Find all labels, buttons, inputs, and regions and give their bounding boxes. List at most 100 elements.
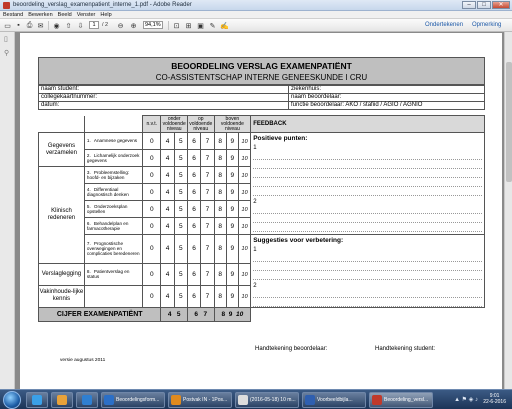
taskbar-item[interactable] <box>76 392 98 408</box>
score-8[interactable]: 8 <box>213 234 227 264</box>
score-7[interactable]: 7 <box>200 166 215 184</box>
highlight-icon[interactable]: ✎ <box>208 21 217 30</box>
score-9[interactable]: 9 <box>225 132 239 150</box>
score-9[interactable]: 9 <box>225 217 239 235</box>
score-4[interactable]: 4 <box>160 284 175 309</box>
score-7[interactable]: 7 <box>200 132 215 150</box>
score-5[interactable]: 5 <box>173 217 188 235</box>
score-5[interactable]: 5 <box>173 200 188 218</box>
score-5[interactable]: 5 <box>173 166 188 184</box>
total-score-boven[interactable]: 8 9 10 <box>213 307 252 322</box>
taskbar-item[interactable] <box>26 392 48 408</box>
score-7[interactable]: 7 <box>200 284 215 309</box>
score-10[interactable]: 10 <box>237 200 252 218</box>
score-6[interactable]: 6 <box>186 217 202 235</box>
taskbar-item[interactable]: Beoordelingsform... <box>101 392 165 408</box>
score-6[interactable]: 6 <box>186 200 202 218</box>
score-nvt[interactable]: 0 <box>142 200 162 218</box>
score-4[interactable]: 4 <box>160 262 175 286</box>
score-4[interactable]: 4 <box>160 166 175 184</box>
score-9[interactable]: 9 <box>225 262 239 286</box>
score-nvt[interactable]: 0 <box>142 284 162 309</box>
score-8[interactable]: 8 <box>213 183 227 201</box>
positive-points-field[interactable]: Positieve punten: 1 2 <box>250 132 485 235</box>
score-7[interactable]: 7 <box>200 217 215 235</box>
suggestions-field[interactable]: Suggesties voor verbetering: 1 2 <box>250 234 485 308</box>
score-4[interactable]: 4 <box>160 234 175 264</box>
sign-icon[interactable]: ✍ <box>220 21 229 30</box>
menu-bewerken[interactable]: Bewerken <box>28 11 52 18</box>
score-10[interactable]: 10 <box>237 262 252 286</box>
score-5[interactable]: 5 <box>173 284 188 309</box>
score-9[interactable]: 9 <box>225 183 239 201</box>
fit-width-icon[interactable]: ⊞ <box>184 21 193 30</box>
attachments-icon[interactable]: ⚲ <box>4 50 11 58</box>
score-9[interactable]: 9 <box>225 166 239 184</box>
score-6[interactable]: 6 <box>186 149 202 167</box>
score-4[interactable]: 4 <box>160 149 175 167</box>
score-8[interactable]: 8 <box>213 200 227 218</box>
zoom-out-icon[interactable]: ⊖ <box>116 21 125 30</box>
zoom-in-icon[interactable]: ⊕ <box>129 21 138 30</box>
score-nvt[interactable]: 0 <box>142 166 162 184</box>
score-4[interactable]: 4 <box>160 183 175 201</box>
score-7[interactable]: 7 <box>200 200 215 218</box>
score-5[interactable]: 5 <box>173 132 188 150</box>
score-8[interactable]: 8 <box>213 217 227 235</box>
minimize-button[interactable]: – <box>462 1 476 9</box>
menu-beeld[interactable]: Beeld <box>58 11 72 18</box>
score-9[interactable]: 9 <box>225 200 239 218</box>
score-5[interactable]: 5 <box>173 262 188 286</box>
score-nvt[interactable]: 0 <box>142 132 162 150</box>
close-button[interactable]: ✕ <box>492 1 510 9</box>
student-number-field[interactable]: collegekaartnummer: <box>38 93 289 102</box>
total-score-op[interactable]: 6 7 <box>186 307 215 322</box>
sign-link[interactable]: Ondertekenen <box>425 22 463 28</box>
fit-page-icon[interactable]: ⊡ <box>172 21 181 30</box>
score-8[interactable]: 8 <box>213 149 227 167</box>
score-nvt[interactable]: 0 <box>142 149 162 167</box>
email-icon[interactable]: ✉ <box>36 21 45 30</box>
previous-page-icon[interactable]: ◉ <box>52 21 61 30</box>
open-icon[interactable]: ▭ <box>3 21 12 30</box>
comment-icon[interactable]: ▣ <box>196 21 205 30</box>
score-6[interactable]: 6 <box>186 284 202 309</box>
score-5[interactable]: 5 <box>173 234 188 264</box>
maximize-button[interactable]: □ <box>477 1 491 9</box>
score-4[interactable]: 4 <box>160 200 175 218</box>
score-10[interactable]: 10 <box>237 234 252 264</box>
score-nvt[interactable]: 0 <box>142 183 162 201</box>
clock[interactable]: 9:01 22-6-2016 <box>483 393 506 405</box>
score-8[interactable]: 8 <box>213 262 227 286</box>
score-nvt[interactable]: 0 <box>142 262 162 286</box>
score-7[interactable]: 7 <box>200 234 215 264</box>
taskbar-item[interactable]: (2016-05-18) 10 m... <box>235 392 299 408</box>
taskbar-item[interactable]: Beoordeling_versl... <box>369 392 433 408</box>
score-8[interactable]: 8 <box>213 284 227 309</box>
comment-link[interactable]: Opmerking <box>472 22 501 28</box>
score-8[interactable]: 8 <box>213 132 227 150</box>
score-7[interactable]: 7 <box>200 149 215 167</box>
score-7[interactable]: 7 <box>200 262 215 286</box>
page-thumbnails-icon[interactable]: ▯ <box>4 36 11 44</box>
score-7[interactable]: 7 <box>200 183 215 201</box>
score-8[interactable]: 8 <box>213 166 227 184</box>
score-4[interactable]: 4 <box>160 217 175 235</box>
start-button[interactable] <box>3 391 21 409</box>
student-name-field[interactable]: naam student: <box>38 85 289 94</box>
zoom-select[interactable]: 94,1% <box>143 21 163 29</box>
score-10[interactable]: 10 <box>237 166 252 184</box>
scroll-thumb[interactable] <box>506 62 512 182</box>
hospital-field[interactable]: ziekenhuis: <box>288 85 485 94</box>
score-9[interactable]: 9 <box>225 284 239 309</box>
taskbar-item[interactable]: Postvak IN - 1Pos... <box>168 392 232 408</box>
score-10[interactable]: 10 <box>237 132 252 150</box>
score-10[interactable]: 10 <box>237 149 252 167</box>
menu-help[interactable]: Help <box>100 11 111 18</box>
print-icon[interactable]: ⎙ <box>25 21 34 30</box>
score-6[interactable]: 6 <box>186 166 202 184</box>
tray-icons[interactable]: ▲ ⚑ ◈ ♪ <box>454 396 478 403</box>
score-9[interactable]: 9 <box>225 149 239 167</box>
score-6[interactable]: 6 <box>186 262 202 286</box>
taskbar-item[interactable]: Voorbeeldbijla... <box>302 392 366 408</box>
